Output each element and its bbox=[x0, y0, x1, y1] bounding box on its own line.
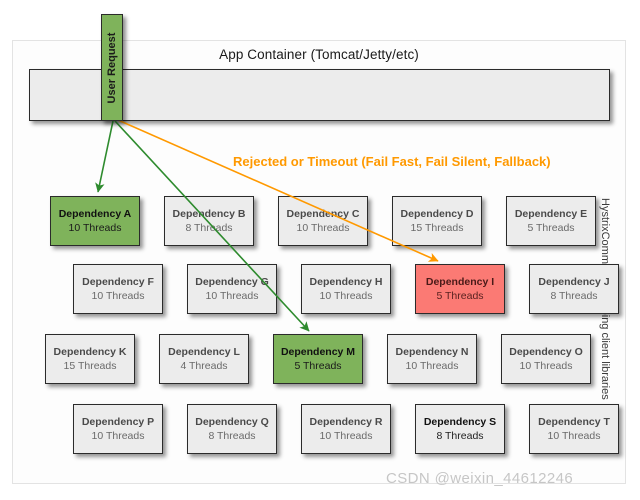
dependency-box: Dependency G 10 Threads bbox=[187, 264, 277, 314]
dependency-name: Dependency M bbox=[280, 346, 356, 358]
dependency-thread-count: 10 Threads bbox=[319, 290, 373, 302]
dependency-thread-count: 10 Threads bbox=[519, 360, 573, 372]
dependency-box: Dependency Q 8 Threads bbox=[187, 404, 277, 454]
dependency-name: Dependency D bbox=[400, 208, 474, 220]
dependency-box: Dependency J 8 Threads bbox=[529, 264, 619, 314]
watermark: CSDN @weixin_44612246 bbox=[386, 470, 574, 487]
dependency-thread-count: 5 Threads bbox=[294, 360, 342, 372]
dependency-box: Dependency B 8 Threads bbox=[164, 196, 254, 246]
dependency-name: Dependency I bbox=[425, 276, 495, 288]
dependency-name: Dependency F bbox=[82, 276, 154, 288]
dependency-name: Dependency Q bbox=[195, 416, 269, 428]
dependency-box: Dependency H 10 Threads bbox=[301, 264, 391, 314]
dependency-thread-count: 10 Threads bbox=[68, 222, 122, 234]
dependency-name: Dependency C bbox=[286, 208, 360, 220]
dependency-thread-count: 10 Threads bbox=[547, 430, 601, 442]
dependency-thread-count: 10 Threads bbox=[405, 360, 459, 372]
dependency-thread-count: 10 Threads bbox=[296, 222, 350, 234]
dependency-thread-count: 8 Threads bbox=[185, 222, 233, 234]
diagram-canvas: App Container (Tomcat/Jetty/etc) User Re… bbox=[0, 0, 640, 500]
user-request-label: User Request bbox=[106, 32, 118, 103]
rejected-or-timeout-label: Rejected or Timeout (Fail Fast, Fail Sil… bbox=[233, 154, 551, 169]
dependency-box: Dependency D 15 Threads bbox=[392, 196, 482, 246]
dependency-name: Dependency B bbox=[172, 208, 246, 220]
dependency-box: Dependency I 5 Threads bbox=[415, 264, 505, 314]
dependency-box: Dependency R 10 Threads bbox=[301, 404, 391, 454]
dependency-box: Dependency N 10 Threads bbox=[387, 334, 477, 384]
dependency-name: Dependency H bbox=[309, 276, 383, 288]
dependency-thread-count: 8 Threads bbox=[208, 430, 256, 442]
dependency-box: Dependency O 10 Threads bbox=[501, 334, 591, 384]
dependency-name: Dependency K bbox=[53, 346, 127, 358]
dependency-box: Dependency A 10 Threads bbox=[50, 196, 140, 246]
dependency-box: Dependency F 10 Threads bbox=[73, 264, 163, 314]
dependency-name: Dependency S bbox=[423, 416, 497, 428]
dependency-box: Dependency M 5 Threads bbox=[273, 334, 363, 384]
dependency-name: Dependency G bbox=[195, 276, 269, 288]
dependency-name: Dependency E bbox=[514, 208, 588, 220]
dependency-thread-count: 4 Threads bbox=[180, 360, 228, 372]
dependency-thread-count: 8 Threads bbox=[436, 430, 484, 442]
dependency-name: Dependency N bbox=[395, 346, 469, 358]
dependency-box: Dependency P 10 Threads bbox=[73, 404, 163, 454]
dependency-thread-count: 10 Threads bbox=[205, 290, 259, 302]
dependency-name: Dependency J bbox=[538, 276, 610, 288]
dependency-thread-count: 5 Threads bbox=[527, 222, 575, 234]
user-request-box: User Request bbox=[101, 14, 123, 121]
dependency-thread-count: 5 Threads bbox=[436, 290, 484, 302]
dependency-thread-count: 8 Threads bbox=[550, 290, 598, 302]
dependency-box: Dependency C 10 Threads bbox=[278, 196, 368, 246]
dependency-box: Dependency L 4 Threads bbox=[159, 334, 249, 384]
dependency-thread-count: 10 Threads bbox=[91, 430, 145, 442]
dependency-name: Dependency O bbox=[509, 346, 583, 358]
dependency-box: Dependency K 15 Threads bbox=[45, 334, 135, 384]
dependency-name: Dependency R bbox=[309, 416, 383, 428]
dependency-name: Dependency L bbox=[168, 346, 240, 358]
dependency-box: Dependency T 10 Threads bbox=[529, 404, 619, 454]
dependency-thread-count: 10 Threads bbox=[91, 290, 145, 302]
dependency-box: Dependency E 5 Threads bbox=[506, 196, 596, 246]
dependency-name: Dependency P bbox=[81, 416, 155, 428]
dependency-thread-count: 10 Threads bbox=[319, 430, 373, 442]
dependency-thread-count: 15 Threads bbox=[410, 222, 464, 234]
dependency-thread-count: 15 Threads bbox=[63, 360, 117, 372]
dependency-name: Dependency A bbox=[58, 208, 132, 220]
dependency-box: Dependency S 8 Threads bbox=[415, 404, 505, 454]
dependency-name: Dependency T bbox=[538, 416, 610, 428]
